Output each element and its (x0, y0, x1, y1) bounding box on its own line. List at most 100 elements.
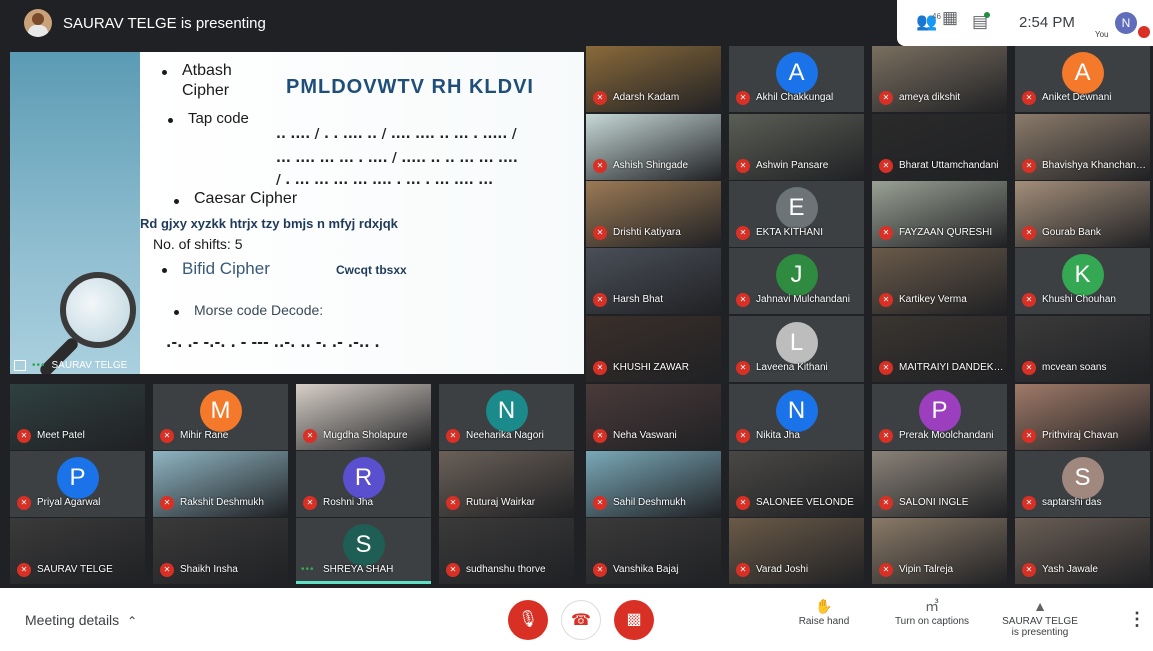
participant-avatar: L (775, 322, 818, 364)
participant-name: Mihir Rane (180, 430, 229, 441)
presenting-status-button[interactable]: ▲ SAURAV TELGE is presenting (990, 596, 1090, 638)
magnifying-glass-icon (60, 272, 136, 348)
mic-muted-icon: ✕ (1022, 496, 1036, 510)
participant-tile[interactable]: ✕ Bhavishya Khanchandani (1015, 114, 1150, 180)
participant-tile[interactable]: ✕ Adarsh Kadam (586, 46, 721, 112)
participant-tile[interactable]: J ✕ Jahnavi Mulchandani (729, 248, 864, 314)
hand-icon: ✋ (815, 598, 833, 614)
slide-bullet-tap: Tap code (188, 110, 249, 127)
participant-tile[interactable]: ✕ Yash Jawale (1015, 518, 1150, 584)
participant-name: Meet Patel (37, 430, 85, 441)
presenter-title: SAURAV TELGE is presenting (63, 15, 266, 32)
caesar-ciphertext: Rd gjxy xyzkk htrjx tzy bmjs n mfyj rdxj… (140, 216, 398, 231)
participant-tile[interactable]: ✕ Vanshika Bajaj (586, 518, 721, 584)
mic-muted-icon: ✕ (879, 496, 893, 510)
participant-name: Bharat Uttamchandani (899, 160, 999, 171)
participant-tile[interactable]: P ✕ Prerak Moolchandani (872, 384, 1007, 450)
participant-name: Varad Joshi (756, 564, 809, 575)
participant-tile[interactable]: A ✕ Akhil Chakkungal (729, 46, 864, 112)
captions-label: Turn on captions (894, 616, 970, 627)
mic-toggle-button[interactable]: 🎙 (508, 600, 548, 640)
self-avatar[interactable]: N (1115, 12, 1137, 34)
participant-tile[interactable]: ✕ Mugdha Sholapure (296, 384, 431, 450)
mic-off-icon: 🎙 (517, 611, 539, 628)
participant-tile[interactable]: ✕ Harsh Bhat (586, 248, 721, 314)
bullet (174, 310, 179, 315)
presentation-slide: Atbash Cipher PMLDOVWTV RH KLDVI Tap cod… (10, 52, 584, 374)
participant-name: SALONEE VELONDE (756, 497, 854, 508)
more-options-button[interactable]: ⋮ (1128, 609, 1146, 630)
raise-hand-button[interactable]: ✋ Raise hand (774, 596, 874, 627)
mic-muted-icon: ✕ (1022, 361, 1036, 375)
participant-name: Priyal Agarwal (37, 497, 101, 508)
mic-muted-icon: ✕ (1022, 91, 1036, 105)
participant-tile[interactable]: R ✕ Roshni Jha (296, 451, 431, 517)
participant-tile[interactable]: ✕ Shaikh Insha (153, 518, 288, 584)
participant-tile[interactable]: ✕ Gourab Bank (1015, 181, 1150, 247)
participant-tile[interactable]: M ✕ Mihir Rane (153, 384, 288, 450)
slide-bullet-atbash-2: Cipher (182, 82, 230, 99)
meeting-details-button[interactable]: Meeting details ⌃ (25, 612, 137, 628)
participant-tile[interactable]: S ✕ saptarshi das (1015, 451, 1150, 517)
mic-muted-icon: ✕ (1022, 293, 1036, 307)
participant-tile[interactable]: ✕ Neha Vaswani (586, 384, 721, 450)
mic-muted-icon: ✕ (1022, 429, 1036, 443)
participant-tile[interactable]: ✕ Ashwin Pansare (729, 114, 864, 180)
participant-tile[interactable]: ✕ Bharat Uttamchandani (872, 114, 1007, 180)
participant-tile[interactable]: ✕ Ruturaj Wairkar (439, 451, 574, 517)
captions-button[interactable]: ㎥ Turn on captions (882, 596, 982, 627)
participant-tile[interactable]: E ✕ EKTA KITHANI (729, 181, 864, 247)
participant-tile[interactable]: ✕ Rakshit Deshmukh (153, 451, 288, 517)
participant-tile[interactable]: ✕ MAITRAIYI DANDEKAR (872, 316, 1007, 382)
participant-tile[interactable]: ✕ Ashish Shingade (586, 114, 721, 180)
participant-tile[interactable]: K ✕ Khushi Chouhan (1015, 248, 1150, 314)
participant-tile[interactable]: N ✕ Nikita Jha (729, 384, 864, 450)
participant-avatar: J (775, 254, 818, 296)
bullet (162, 70, 167, 75)
participant-tile[interactable]: ✕ Drishti Katiyara (586, 181, 721, 247)
participant-tile[interactable]: ✕ Prithviraj Chavan (1015, 384, 1150, 450)
mic-muted-icon: ✕ (879, 159, 893, 173)
participant-tile[interactable]: ✕ Kartikey Verma (872, 248, 1007, 314)
participant-tile[interactable]: ✕ SAURAV TELGE (10, 518, 145, 584)
more-options-icon[interactable]: ••• (32, 360, 46, 371)
participant-tile[interactable]: ✕ FAYZAAN QURESHI (872, 181, 1007, 247)
participant-tile[interactable]: A ✕ Aniket Dewnani (1015, 46, 1150, 112)
participant-tile[interactable]: ✕ ameya dikshit (872, 46, 1007, 112)
participant-tile[interactable]: N ✕ Neeharika Nagori (439, 384, 574, 450)
participant-avatar: E (775, 187, 818, 229)
mic-muted-icon: ✕ (593, 293, 607, 307)
layout-grid-icon[interactable]: ▦ (942, 8, 958, 28)
participant-avatar: A (1061, 52, 1104, 94)
participant-tile[interactable]: ✕ KHUSHI ZAWAR (586, 316, 721, 382)
participant-tile[interactable]: ✕ sudhanshu thorve (439, 518, 574, 584)
participant-name: EKTA KITHANI (756, 227, 824, 238)
participant-tile[interactable]: ✕ SALONI INGLE (872, 451, 1007, 517)
participant-tile[interactable]: ✕ Varad Joshi (729, 518, 864, 584)
participant-avatar: P (56, 457, 99, 499)
hang-up-icon: ☎ (571, 612, 591, 629)
participant-tile[interactable]: ✕ Meet Patel (10, 384, 145, 450)
participant-avatar: M (199, 390, 242, 432)
mic-muted-icon: ✕ (736, 563, 750, 577)
participant-name: sudhanshu thorve (466, 564, 546, 575)
participant-name: Ruturaj Wairkar (466, 497, 536, 508)
participant-tile[interactable]: P ✕ Priyal Agarwal (10, 451, 145, 517)
participant-name: Yash Jawale (1042, 564, 1098, 575)
camera-toggle-button[interactable]: ▩ (614, 600, 654, 640)
mic-muted-icon: ✕ (593, 563, 607, 577)
participant-tile[interactable]: S ••• SHREYA SHAH (296, 518, 431, 584)
fullscreen-icon[interactable] (14, 360, 26, 371)
participant-tile[interactable]: ✕ Sahil Deshmukh (586, 451, 721, 517)
participant-name: Sahil Deshmukh (613, 497, 686, 508)
participant-tile[interactable]: ✕ mcvean soans (1015, 316, 1150, 382)
mic-muted-icon: ✕ (1022, 159, 1036, 173)
participant-name: Aniket Dewnani (1042, 92, 1112, 103)
participant-tile[interactable]: ✕ SALONEE VELONDE (729, 451, 864, 517)
participant-tile[interactable]: L ✕ Laveena Kithani (729, 316, 864, 382)
mic-muted-icon: ✕ (879, 293, 893, 307)
mic-muted-icon: ✕ (736, 226, 750, 240)
slide-bullet-atbash-1: Atbash (182, 62, 232, 79)
leave-call-button[interactable]: ☎ (561, 600, 601, 640)
participant-tile[interactable]: ✕ Vipin Talreja (872, 518, 1007, 584)
